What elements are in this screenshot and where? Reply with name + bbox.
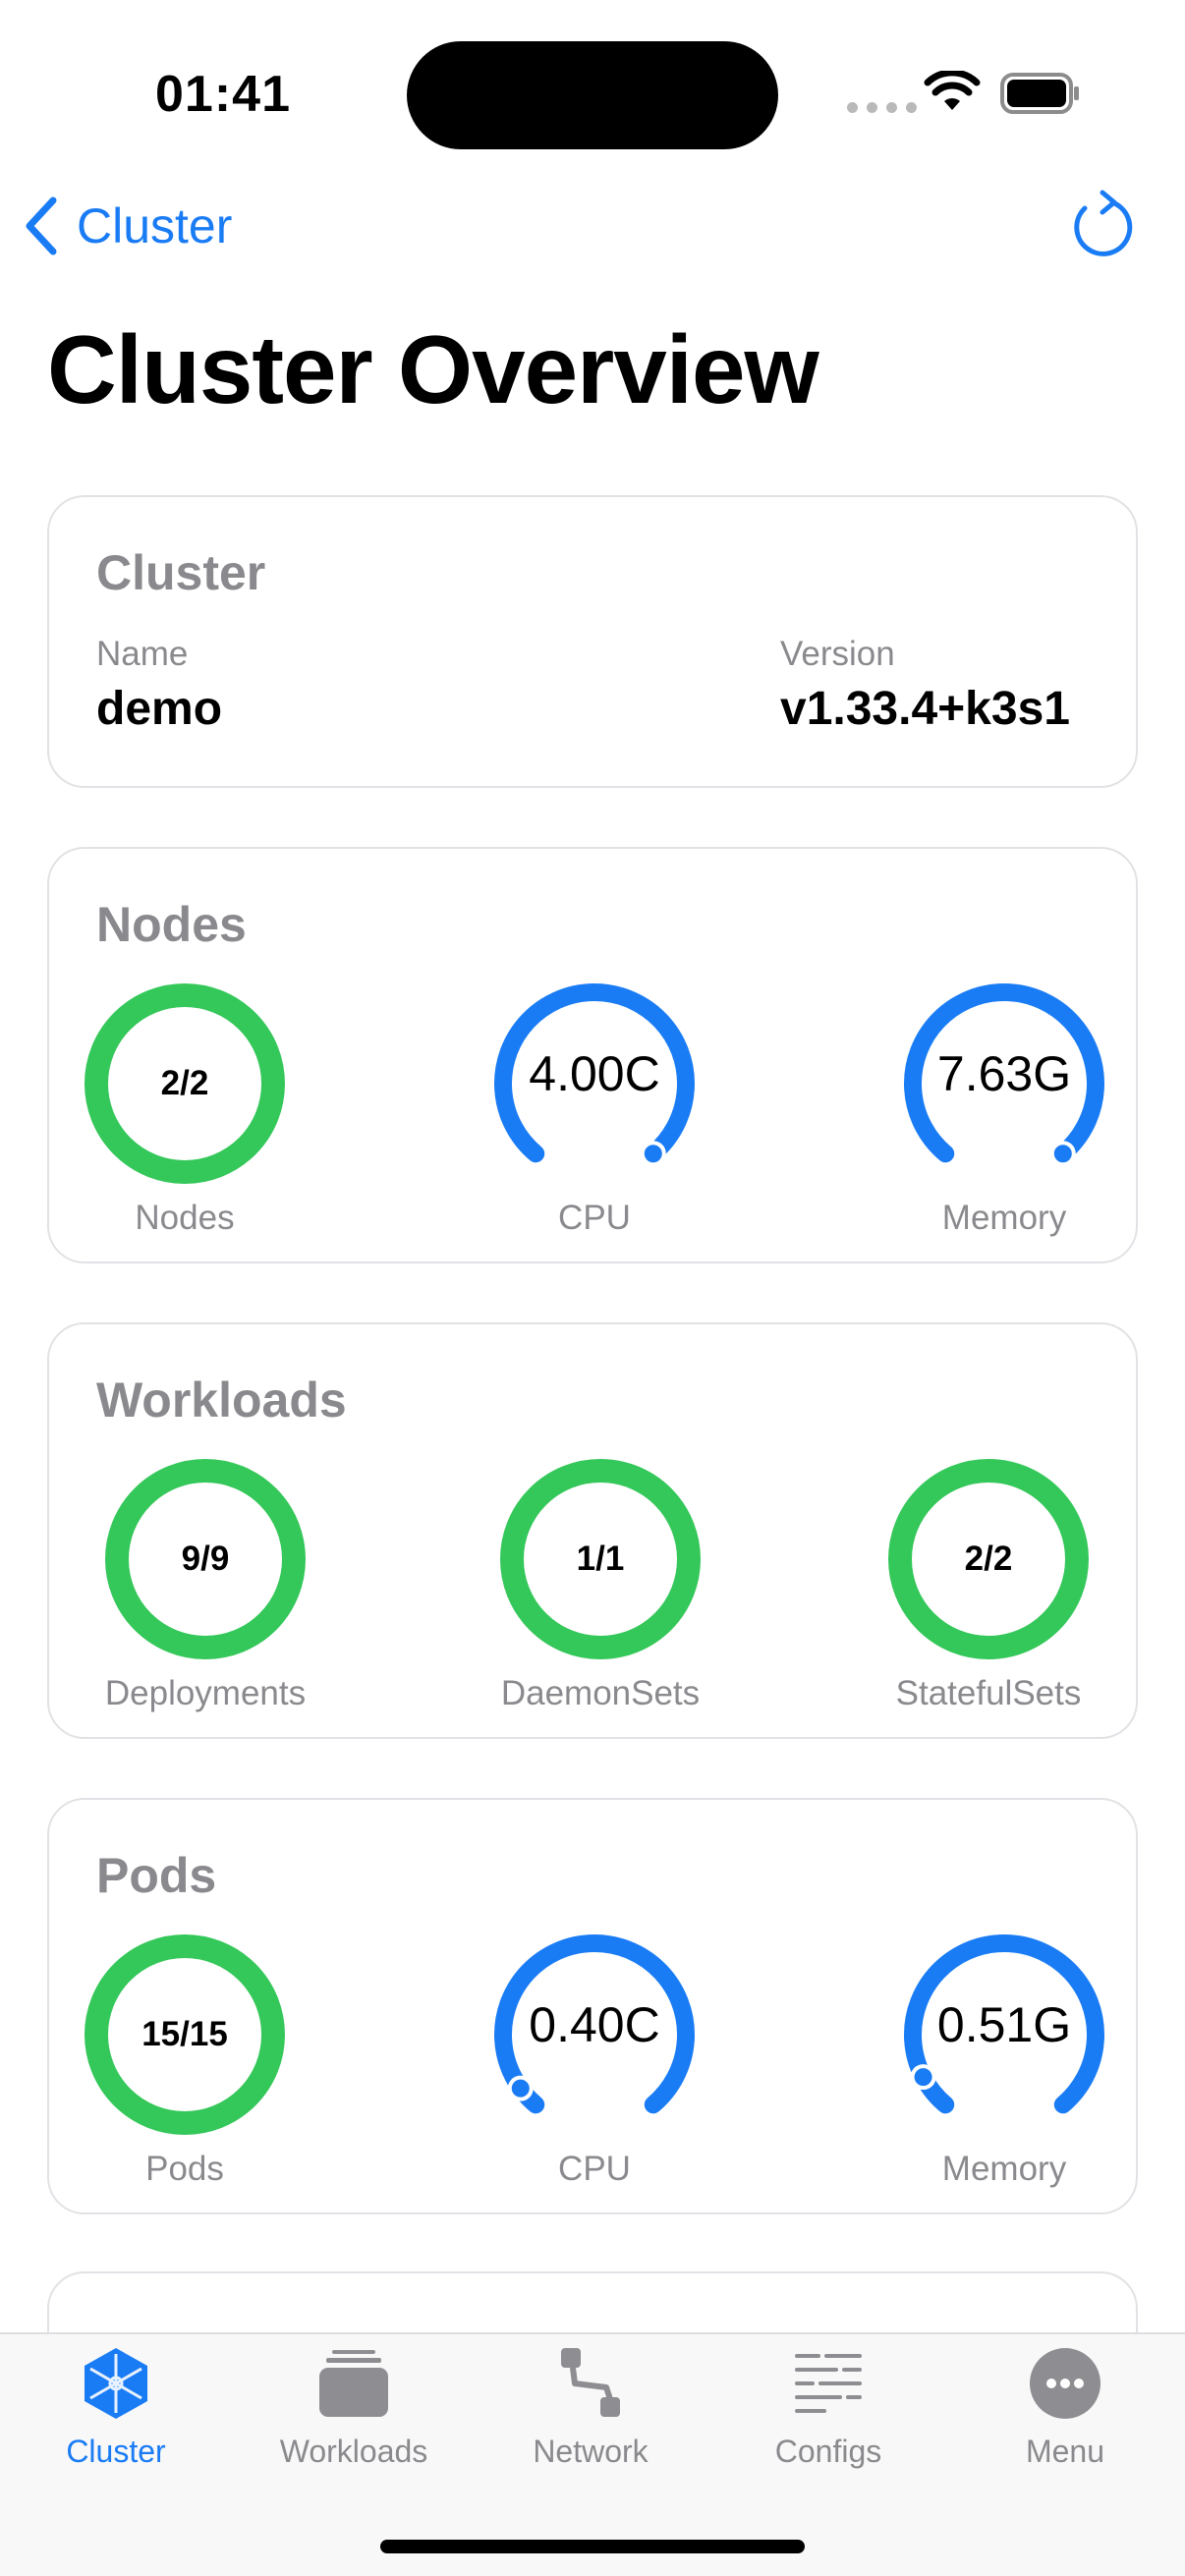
nodes-memory-gauge: 7.63G Memory — [891, 971, 1117, 1237]
home-indicator — [380, 2540, 805, 2553]
card-title: Nodes — [96, 897, 247, 952]
pods-count-gauge: 15/15 Pods — [72, 1922, 298, 2188]
tab-configs[interactable]: Configs — [730, 2344, 927, 2470]
gauge-value: 2/2 — [160, 1064, 209, 1102]
battery-icon — [1000, 73, 1079, 114]
gauge-value: 9/9 — [181, 1540, 230, 1578]
back-label: Cluster — [77, 198, 233, 253]
gauge-value: 0.40C — [529, 1997, 660, 2052]
version-value: v1.33.4+k3s1 — [780, 683, 1070, 735]
cellular-signal-icon — [847, 102, 917, 113]
version-label: Version — [780, 635, 895, 673]
gauge-knob — [910, 2064, 936, 2091]
tab-label: Configs — [774, 2434, 882, 2469]
statefulsets-gauge: 2/2 StatefulSets — [875, 1446, 1101, 1712]
card-title: Cluster — [96, 545, 266, 600]
dynamic-island — [407, 41, 778, 149]
gauge-value: 1/1 — [576, 1540, 625, 1578]
configs-icon — [795, 2354, 862, 2413]
pods-memory-gauge: 0.51G Memory — [891, 1922, 1117, 2188]
gauge-value: 2/2 — [964, 1540, 1013, 1578]
card-title: Pods — [96, 1848, 217, 1903]
tab-label: Menu — [1025, 2434, 1105, 2469]
name-label: Name — [96, 635, 189, 673]
daemonsets-gauge: 1/1 DaemonSets — [487, 1446, 713, 1712]
tab-menu[interactable]: Menu — [967, 2344, 1163, 2470]
gauge-value: 4.00C — [529, 1046, 660, 1101]
page-title: Cluster Overview — [47, 315, 819, 423]
pods-cpu-gauge: 0.40C CPU — [481, 1922, 707, 2188]
network-icon — [561, 2348, 620, 2417]
tab-workloads[interactable]: Workloads — [255, 2344, 452, 2470]
ellipsis-circle-icon — [1030, 2348, 1100, 2419]
gauge-label: StatefulSets — [895, 1674, 1082, 1712]
back-button[interactable]: Cluster — [24, 196, 232, 255]
nodes-cpu-gauge: 4.00C CPU — [481, 971, 707, 1237]
gauge-label: Nodes — [135, 1199, 235, 1237]
stack-icon — [319, 2350, 388, 2417]
cluster-info-card: Cluster Name demo Version v1.33.4+k3s1 — [47, 495, 1138, 788]
name-value: demo — [96, 683, 223, 735]
gauge-label: Deployments — [104, 1674, 307, 1712]
screen: 01:41 Cluster Cluster Overview Cluster N… — [0, 0, 1185, 2576]
gauge-value: 15/15 — [141, 2015, 228, 2053]
gauge-knob — [640, 1141, 666, 1167]
wifi-icon — [924, 71, 981, 110]
tab-label: Network — [533, 2434, 649, 2469]
chevron-left-icon — [26, 196, 57, 255]
pods-card[interactable]: Pods 15/15 Pods 0.40C CPU 0.51G Memory — [47, 1798, 1138, 2214]
gauge-label: Memory — [941, 2150, 1067, 2188]
nodes-count-gauge: 2/2 Nodes — [72, 971, 298, 1237]
gauge-label: Memory — [941, 1199, 1067, 1237]
tab-label: Workloads — [279, 2434, 428, 2469]
card-title: Workloads — [96, 1372, 347, 1428]
nodes-card[interactable]: Nodes 2/2 Nodes 4.00C CPU 7.63G Memory — [47, 847, 1138, 1263]
gauge-label: CPU — [558, 2150, 631, 2188]
tab-cluster[interactable]: Cluster — [18, 2344, 214, 2470]
gauge-value: 0.51G — [936, 1997, 1072, 2052]
gauge-knob — [1049, 1141, 1076, 1167]
tab-network[interactable]: Network — [492, 2344, 689, 2470]
gauge-label: CPU — [558, 1199, 631, 1237]
status-time: 01:41 — [155, 66, 291, 123]
tab-label: Cluster — [66, 2434, 166, 2469]
refresh-icon[interactable] — [1067, 189, 1138, 263]
gauge-knob — [507, 2075, 534, 2101]
gauge-label: Pods — [145, 2150, 224, 2188]
gauge-value: 7.63G — [936, 1046, 1072, 1101]
deployments-gauge: 9/9 Deployments — [92, 1446, 318, 1712]
cube-icon — [85, 2348, 147, 2419]
gauge-label: DaemonSets — [500, 1674, 701, 1712]
workloads-card[interactable]: Workloads 9/9 Deployments 1/1 DaemonSets 2… — [47, 1322, 1138, 1739]
